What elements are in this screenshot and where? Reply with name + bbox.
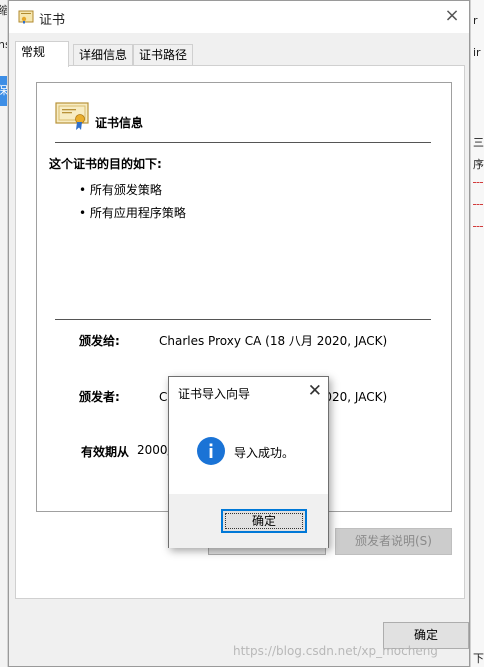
issued-by-label: 颁发者:: [79, 390, 120, 404]
background-text-fragment: 缩: [0, 2, 7, 18]
background-window-left: 缩 ns 保: [0, 0, 8, 667]
background-window-right: r ir 三 序 下载: [470, 0, 484, 667]
info-icon: [197, 437, 225, 465]
purpose-heading: 这个证书的目的如下:: [49, 157, 162, 171]
focus-rectangle: [225, 513, 303, 529]
certificate-window: 证书 × 常规 详细信息 证书路径 证书信息 这个证书的目的如下: • 所有颁发…: [8, 0, 470, 667]
background-selected-tab: 保: [0, 76, 7, 106]
dialog-ok-button[interactable]: 确定: [221, 509, 307, 533]
validity-value: 2000/: [137, 443, 172, 457]
background-text-fragment: ir: [473, 46, 481, 59]
dialog-footer: 确定: [169, 494, 328, 548]
tab-label: 详细信息: [79, 48, 128, 62]
purpose-item: • 所有应用程序策略: [79, 206, 186, 220]
validity-label: 有效期从: [81, 445, 130, 459]
background-text-fragment: 三: [473, 136, 484, 149]
issued-to-value: Charles Proxy CA (18 八月 2020, JACK): [159, 334, 388, 348]
background-red-underline: [473, 226, 483, 227]
background-red-underline: [473, 204, 483, 205]
background-text-fragment: 序: [473, 158, 484, 171]
tab-cert-path[interactable]: 证书路径: [133, 44, 193, 66]
tab-general[interactable]: 常规: [15, 41, 69, 67]
cert-info-heading: 证书信息: [95, 116, 144, 130]
watermark: https://blog.csdn.net/xp_mocheng: [233, 644, 438, 658]
title-bar[interactable]: 证书 ×: [9, 1, 469, 33]
background-text-fragment: r: [473, 14, 478, 27]
divider: [55, 319, 431, 320]
close-icon[interactable]: ×: [441, 5, 463, 27]
tab-label: 证书路径: [139, 48, 188, 62]
close-icon[interactable]: ✕: [308, 380, 322, 402]
tab-details[interactable]: 详细信息: [73, 44, 133, 66]
divider: [55, 142, 431, 143]
certificate-icon: [18, 10, 34, 24]
background-text-fragment: 下载: [473, 652, 484, 665]
window-title: 证书: [39, 13, 66, 28]
purpose-item: • 所有颁发策略: [79, 183, 162, 197]
issuer-statement-button[interactable]: 颁发者说明(S): [335, 528, 452, 555]
issued-to-label: 颁发给:: [79, 334, 120, 348]
dialog-title: 证书导入向导: [178, 387, 251, 401]
background-text-fragment: ns: [0, 38, 7, 51]
background-red-underline: [473, 182, 483, 183]
certificate-info-icon: [55, 102, 89, 130]
import-wizard-dialog: 证书导入向导 ✕ 导入成功。 确定: [168, 376, 329, 548]
success-message: 导入成功。: [234, 446, 295, 460]
tab-label: 常规: [21, 45, 46, 59]
